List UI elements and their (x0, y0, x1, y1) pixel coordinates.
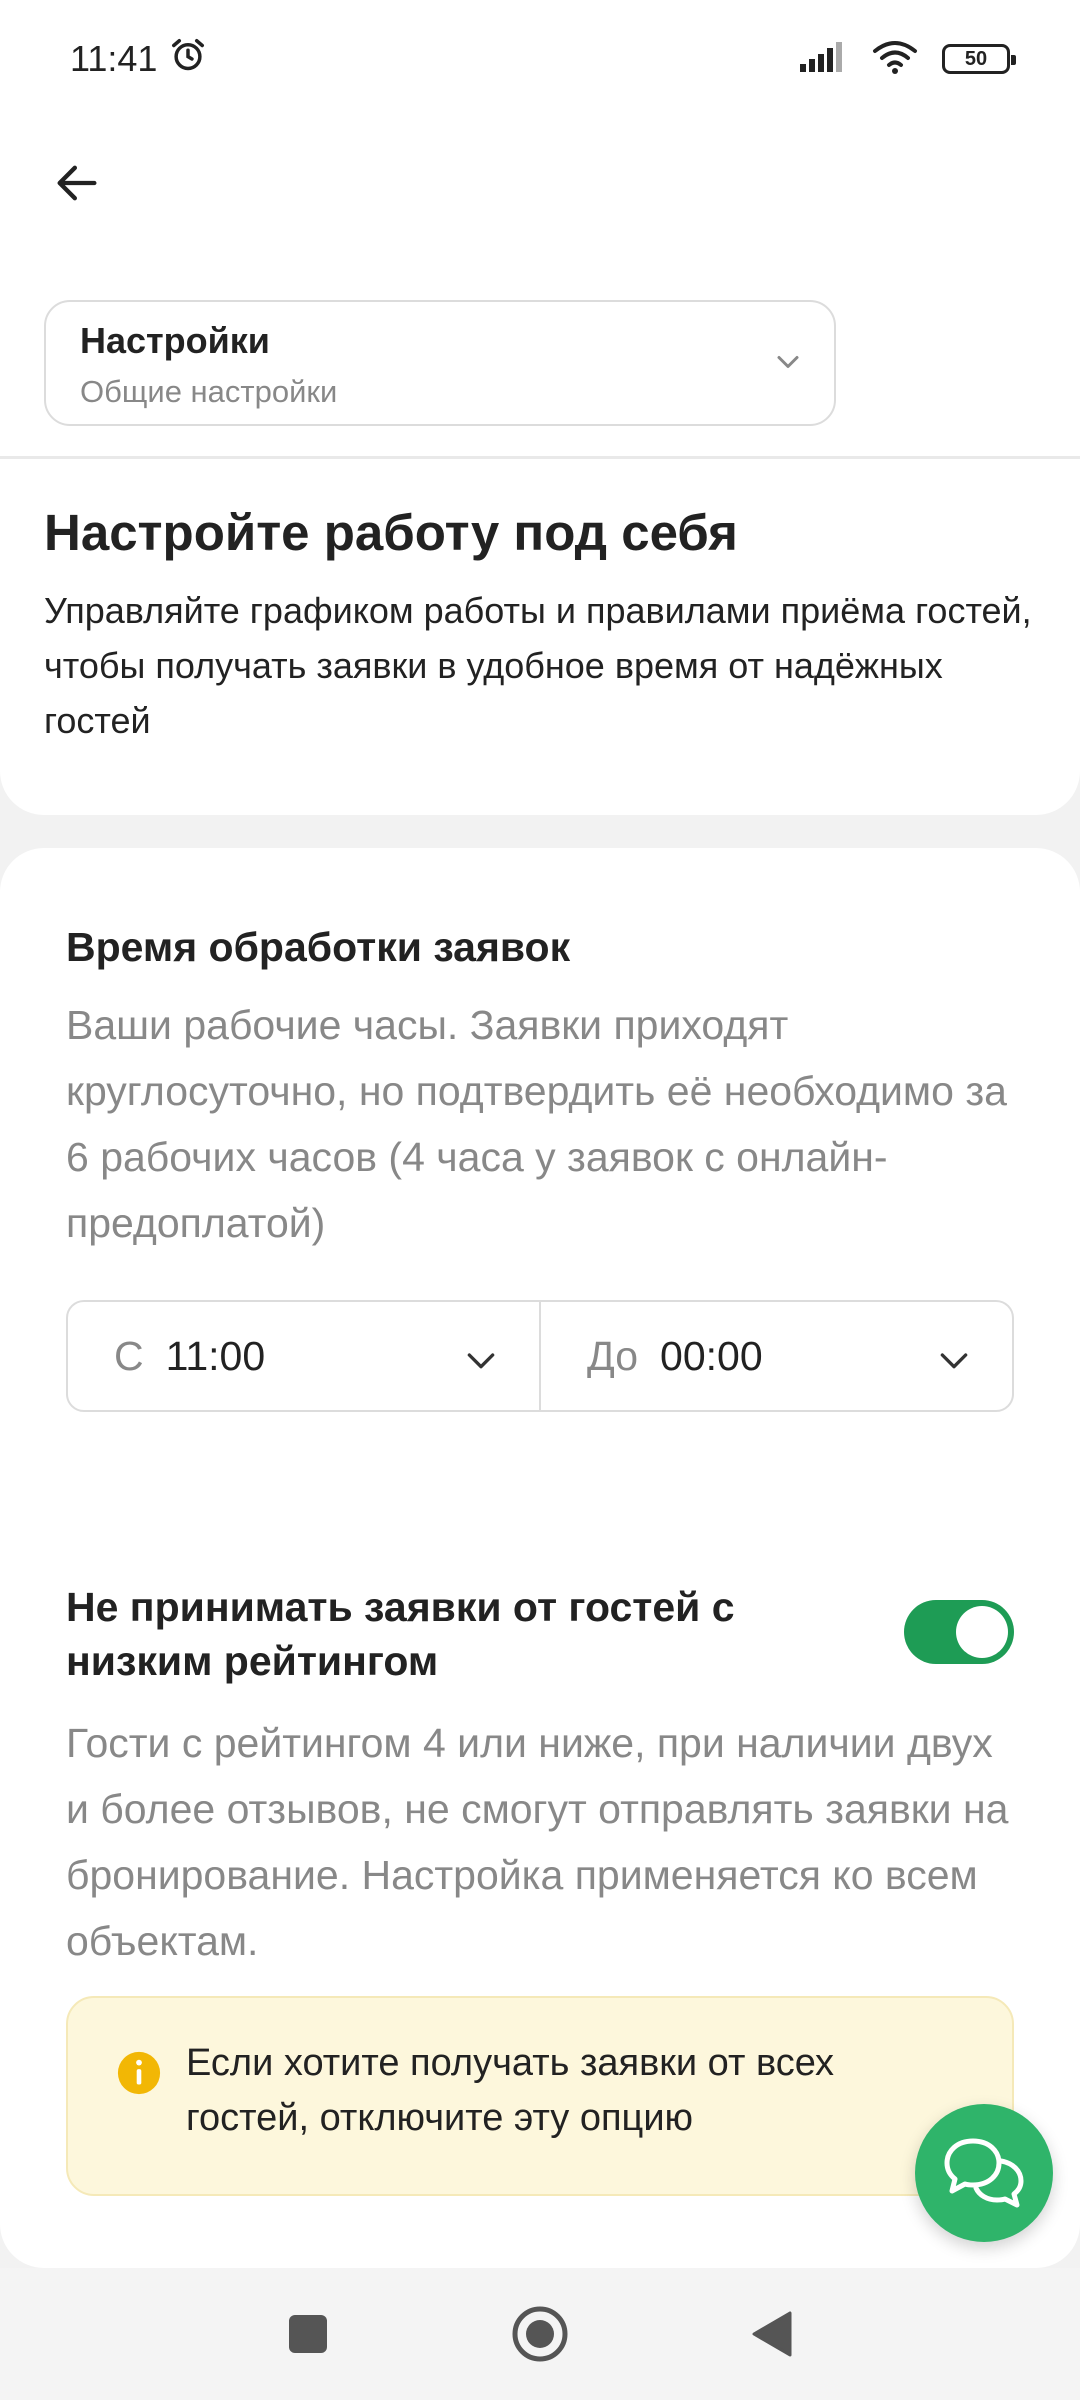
alarm-icon (169, 36, 207, 83)
chevron-down-icon (467, 1353, 495, 1369)
time-to-dropdown[interactable]: До 00:00 (539, 1302, 1012, 1410)
page-title: Настройте работу под себя (44, 504, 738, 561)
intro-card: Настройте работу под себя Управляйте гра… (0, 459, 1080, 815)
settings-dropdown-subtitle: Общие настройки (80, 374, 338, 409)
signal-icon (798, 40, 848, 79)
battery-level: 50 (964, 47, 988, 70)
status-bar: 11:41 50 (0, 0, 1080, 118)
processing-time-title: Время обработки заявок (66, 924, 571, 970)
battery-icon: 50 (942, 44, 1016, 74)
time-from-prefix: С (114, 1332, 144, 1379)
low-rating-title: Не принимать заявки от гостей с низким р… (66, 1584, 735, 1684)
page-description: Управляйте графиком работы и правилами п… (44, 590, 1032, 741)
time-to-value: 00:00 (660, 1332, 763, 1379)
toggle-knob (956, 1606, 1008, 1658)
status-left: 11:41 (70, 36, 207, 83)
settings-dropdown[interactable]: Настройки Общие настройки (44, 300, 836, 426)
chevron-down-icon (777, 356, 799, 368)
low-rating-toggle[interactable] (904, 1600, 1014, 1664)
square-icon[interactable] (286, 2312, 330, 2356)
info-icon (117, 2051, 161, 2095)
time-to-prefix: До (587, 1332, 639, 1379)
arrow-left-icon (57, 165, 97, 201)
time-from-value: 11:00 (165, 1332, 266, 1379)
home-circle-icon[interactable] (510, 2304, 570, 2364)
navigation-bar (0, 2268, 1080, 2400)
processing-time-description: Ваши рабочие часы. Заявки приходят кругл… (66, 1002, 1007, 1246)
status-time: 11:41 (70, 38, 158, 79)
working-hours-selector: С 11:00 До 00:00 (66, 1300, 1014, 1412)
low-rating-description: Гости с рейтингом 4 или ниже, при наличи… (66, 1720, 1009, 1964)
info-notice: Если хотите получать заявки от всех гост… (66, 1996, 1014, 2196)
chevron-down-icon (940, 1353, 968, 1369)
time-from-dropdown[interactable]: С 11:00 (68, 1302, 539, 1410)
settings-card: Время обработки заявок Ваши рабочие часы… (0, 848, 1080, 2268)
back-triangle-icon[interactable] (750, 2310, 794, 2358)
header: Настройки Общие настройки (0, 118, 1080, 458)
wifi-icon (872, 39, 918, 80)
settings-dropdown-title: Настройки (80, 320, 270, 361)
back-button[interactable] (42, 148, 112, 218)
chat-bubbles-icon (944, 2138, 1024, 2208)
chat-button[interactable] (915, 2104, 1053, 2242)
info-text: Если хотите получать заявки от всех гост… (186, 2042, 835, 2139)
status-right: 50 (798, 39, 1016, 80)
